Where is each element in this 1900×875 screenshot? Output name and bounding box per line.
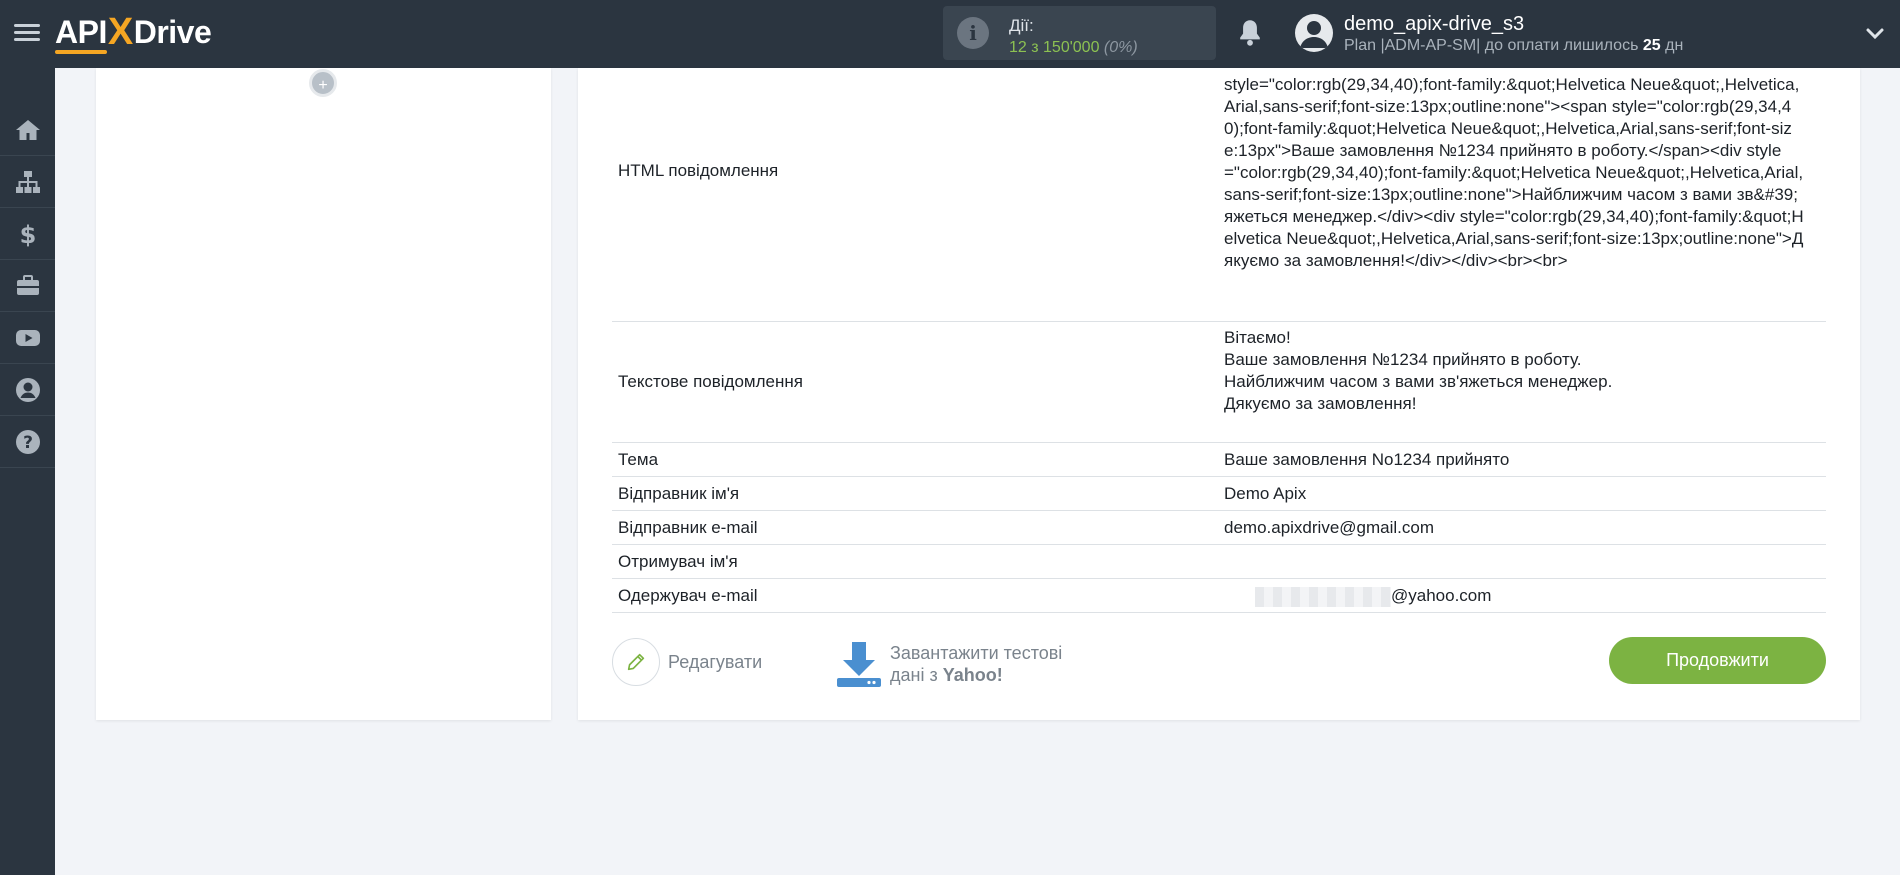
edit-label: Редагувати: [668, 651, 763, 672]
add-button[interactable]: +: [309, 69, 337, 97]
menu-icon[interactable]: [14, 20, 40, 46]
field-value: demo.apixdrive@gmail.com: [1224, 518, 1435, 537]
actions-label: Дії:: [1009, 16, 1034, 35]
field-value: Demo Apix: [1224, 484, 1307, 503]
table-row: Текстове повідомлення Вітаємо! Ваше замо…: [612, 322, 1826, 443]
table-row: HTML повідомлення style="color:rgb(29,34…: [612, 68, 1826, 322]
redacted-email: [1255, 586, 1391, 607]
svg-text:?: ?: [23, 433, 33, 453]
field-key: Тема: [618, 450, 659, 469]
user-plan: Plan |ADM-AP-SM| до оплати лишилось 25 д…: [1344, 37, 1684, 54]
field-key: HTML повідомлення: [618, 161, 779, 180]
top-bar: API X Drive i Дії: 12 з 150'000 (0%) demo_…: [0, 0, 1900, 68]
sidebar-item-video[interactable]: [0, 312, 55, 364]
table-row: Отримувач ім'я: [612, 545, 1826, 579]
svg-text:$: $: [19, 221, 36, 248]
sidebar-item-billing[interactable]: $: [0, 208, 55, 260]
actions-counter: i Дії: 12 з 150'000 (0%): [943, 6, 1216, 60]
field-value: Ваше замовлення No1234 прийнято: [1224, 450, 1510, 469]
briefcase-icon: [16, 274, 39, 295]
bell-icon[interactable]: [1236, 18, 1264, 48]
avatar[interactable]: [1295, 14, 1333, 52]
field-key: Одержувач e-mail: [618, 586, 758, 605]
left-panel: +: [96, 68, 551, 720]
table-row: Відправник e-mail demo.apixdrive@gmail.c…: [612, 511, 1826, 545]
info-icon: i: [957, 17, 989, 49]
user-circle-icon: [15, 377, 40, 402]
chevron-down-icon[interactable]: [1864, 22, 1886, 44]
table-row: Відправник ім'я Demo Apix: [612, 477, 1826, 511]
field-key: Текстове повідомлення: [618, 372, 803, 391]
edit-button[interactable]: Редагувати: [612, 638, 762, 686]
field-key: Відправник e-mail: [618, 518, 758, 537]
download-test-data-button[interactable]: Завантажити тестові дані з Yahoo!: [836, 638, 1062, 690]
field-preview-panel: HTML повідомлення style="color:rgb(29,34…: [578, 68, 1860, 720]
youtube-icon: [15, 329, 40, 346]
continue-button[interactable]: Продовжити: [1609, 637, 1826, 684]
sidebar: $ ?: [0, 68, 55, 875]
sitemap-icon: [15, 170, 40, 193]
help-icon: ?: [15, 429, 40, 454]
dollar-icon: $: [19, 221, 36, 248]
sidebar-item-help[interactable]: ?: [0, 416, 55, 468]
sidebar-item-home[interactable]: [0, 104, 55, 156]
download-icon: [837, 642, 881, 687]
actions-value: 12 з 150'000 (0%): [1009, 39, 1138, 56]
sidebar-item-connections[interactable]: [0, 156, 55, 208]
sidebar-item-account[interactable]: [0, 364, 55, 416]
field-value: Вітаємо! Ваше замовлення №1234 прийнято …: [1224, 328, 1613, 413]
pencil-icon: [612, 638, 660, 686]
field-value: @yahoo.com: [1255, 585, 1491, 607]
download-label: Завантажити тестові дані з Yahoo!: [890, 643, 1063, 685]
field-value: style="color:rgb(29,34,40);font-family:&…: [1224, 75, 1804, 270]
home-icon: [15, 119, 40, 140]
field-key: Відправник ім'я: [618, 484, 740, 503]
user-name[interactable]: demo_apix-drive_s3: [1344, 13, 1524, 36]
apixdrive-logo[interactable]: API X Drive: [55, 11, 212, 54]
field-key: Отримувач ім'я: [618, 552, 738, 571]
table-row: Тема Ваше замовлення No1234 прийнято: [612, 443, 1826, 477]
sidebar-item-projects[interactable]: [0, 260, 55, 312]
table-row: Одержувач e-mail @yahoo.com: [612, 579, 1826, 613]
